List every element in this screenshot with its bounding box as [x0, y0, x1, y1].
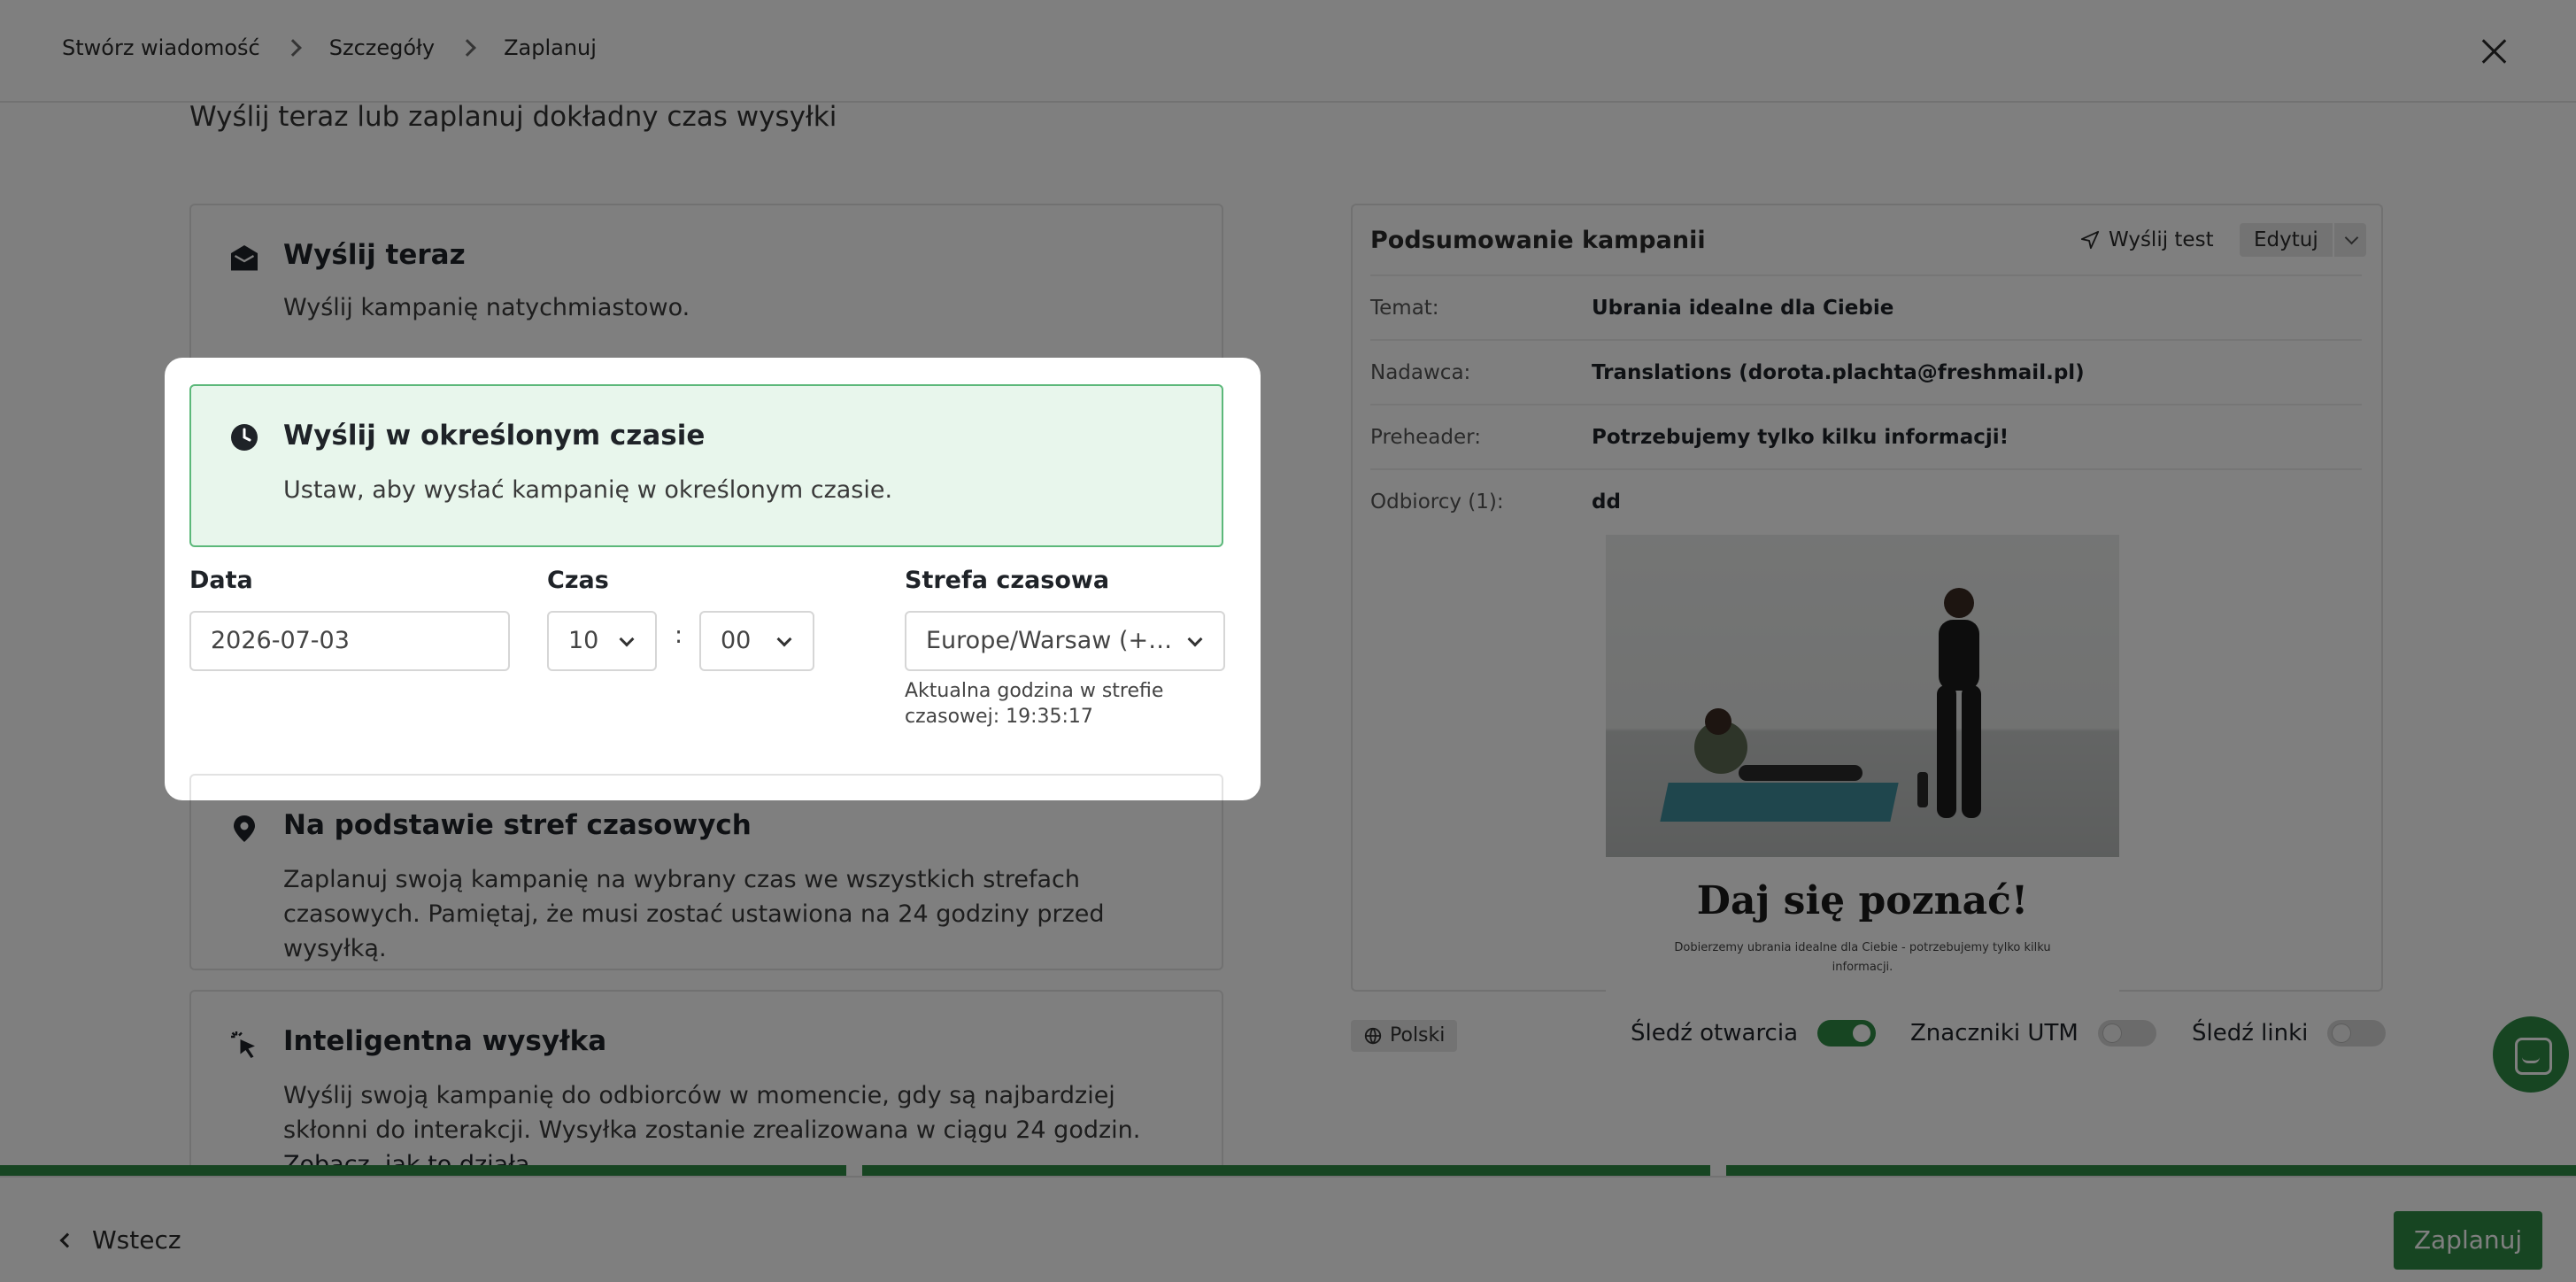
summary-key: Odbiorcy (1):	[1370, 490, 1504, 514]
breadcrumb-step-schedule[interactable]: Zaplanuj	[504, 35, 597, 60]
top-bar: Stwórz wiadomość Szczegóły Zaplanuj	[0, 0, 2576, 103]
figure-shape	[1739, 765, 1863, 781]
option-description: Wyślij kampanię natychmiastowo.	[283, 294, 690, 321]
date-label: Data	[189, 567, 253, 594]
figure-shape	[1937, 685, 1956, 818]
figure-shape	[1944, 588, 1974, 618]
summary-key: Nadawca:	[1370, 360, 1471, 384]
progress-step-1	[0, 1165, 846, 1176]
track-links-label: Śledź linki	[2192, 1020, 2309, 1046]
track-opens-toggle[interactable]	[1817, 1020, 1877, 1046]
summary-value: dd	[1592, 490, 1621, 514]
preview-photo	[1606, 535, 2119, 857]
summary-value: Translations (dorota.plachta@freshmail.p…	[1592, 360, 2085, 384]
globe-icon	[1364, 1027, 1382, 1045]
send-test-label: Wyślij test	[2109, 228, 2214, 251]
summary-key: Temat:	[1370, 296, 1439, 320]
option-send-now[interactable]: Wyślij teraz Wyślij kampanię natychmiast…	[189, 204, 1223, 363]
summary-title: Podsumowanie kampanii	[1370, 227, 1706, 254]
timezone-label: Strefa czasowa	[905, 567, 1110, 594]
language-badge[interactable]: Polski	[1351, 1020, 1458, 1052]
email-preview: Daj się poznać! Dobierzemy ubrania ideal…	[1606, 535, 2119, 992]
summary-value: Potrzebujemy tylko kilku informacji!	[1592, 425, 2009, 449]
summary-value: Ubrania idealne dla Ciebie	[1592, 296, 1894, 320]
language-label: Polski	[1390, 1024, 1446, 1046]
chevron-down-icon	[776, 631, 792, 647]
minute-value: 00	[721, 627, 752, 654]
option-title: Wyślij w określonym czasie	[283, 420, 706, 452]
track-links: Śledź linki	[2192, 1020, 2387, 1046]
figure-shape	[1917, 772, 1928, 807]
track-links-toggle[interactable]	[2327, 1020, 2387, 1046]
schedule-button[interactable]: Zaplanuj	[2394, 1211, 2542, 1270]
campaign-summary: Podsumowanie kampanii Wyślij test Edytuj…	[1351, 204, 2383, 992]
map-pin-icon	[234, 815, 255, 842]
option-timezones[interactable]: Na podstawie stref czasowych Zaplanuj sw…	[189, 774, 1223, 970]
utm-tags: Znaczniki UTM	[1910, 1020, 2156, 1046]
edit-button-group: Edytuj	[2240, 223, 2366, 257]
option-scheduled-send[interactable]: Wyślij w określonym czasie Ustaw, aby wy…	[189, 384, 1223, 547]
clock-icon	[231, 424, 258, 451]
breadcrumb-step-create[interactable]: Stwórz wiadomość	[62, 35, 260, 60]
chevron-left-icon	[59, 1232, 75, 1247]
preview-headline: Daj się poznać!	[1696, 878, 2029, 923]
chevron-down-icon[interactable]	[2332, 223, 2366, 257]
breadcrumb-step-details[interactable]: Szczegóły	[329, 35, 435, 60]
track-opens-label: Śledź otwarcia	[1631, 1020, 1799, 1046]
back-label: Wstecz	[92, 1225, 181, 1255]
summary-row-recipients: Odbiorcy (1): dd	[1370, 468, 2362, 533]
minute-select[interactable]: 00	[699, 611, 814, 671]
summary-key: Preheader:	[1370, 425, 1481, 449]
timezone-value: Europe/Warsaw (+…	[926, 627, 1173, 654]
yoga-mat-shape	[1660, 783, 1899, 822]
utm-tags-label: Znaczniki UTM	[1910, 1020, 2079, 1046]
option-title: Wyślij teraz	[283, 239, 466, 271]
page-subtitle: Wyślij teraz lub zaplanuj dokładny czas …	[189, 101, 837, 133]
time-separator: :	[675, 622, 683, 649]
option-title: Na podstawie stref czasowych	[283, 809, 752, 841]
progress-step-2	[862, 1165, 1710, 1176]
close-icon[interactable]	[2475, 32, 2514, 71]
schedule-popup: Wyślij w określonym czasie Ustaw, aby wy…	[165, 358, 1261, 800]
chevron-down-icon	[619, 631, 635, 647]
figure-shape	[1705, 708, 1731, 735]
hour-select[interactable]: 10	[547, 611, 657, 671]
envelope-open-icon	[231, 245, 258, 271]
footer-bar: Wstecz Zaplanuj	[0, 1176, 2576, 1282]
breadcrumb: Stwórz wiadomość Szczegóły Zaplanuj	[62, 35, 597, 60]
option-description-text: Wyślij swoją kampanię do odbiorców w mom…	[283, 1082, 1141, 1144]
timezone-select[interactable]: Europe/Warsaw (+…	[905, 611, 1225, 671]
summary-row-preheader: Preheader: Potrzebujemy tylko kilku info…	[1370, 404, 2362, 468]
card-edge	[189, 774, 1223, 800]
summary-row-subject: Temat: Ubrania idealne dla Ciebie	[1370, 274, 2362, 339]
option-title: Inteligentna wysyłka	[283, 1025, 607, 1057]
send-test-button[interactable]: Wyślij test	[2080, 228, 2214, 251]
time-label: Czas	[547, 567, 609, 594]
hour-value: 10	[568, 627, 599, 654]
summary-row-sender: Nadawca: Translations (dorota.plachta@fr…	[1370, 339, 2362, 404]
date-input[interactable]: 2026-07-03	[189, 611, 510, 671]
figure-shape	[1962, 685, 1981, 818]
option-description: Zaplanuj swoją kampanię na wybrany czas …	[283, 866, 1105, 962]
chevron-down-icon	[1187, 631, 1203, 647]
edit-button[interactable]: Edytuj	[2240, 223, 2333, 257]
chevron-right-icon	[283, 39, 302, 57]
option-description: Ustaw, aby wysłać kampanię w określonym …	[283, 476, 893, 504]
back-button[interactable]: Wstecz	[59, 1225, 181, 1255]
chevron-right-icon	[459, 39, 476, 57]
progress-step-3	[1726, 1165, 2576, 1176]
chat-icon[interactable]	[2493, 1016, 2569, 1093]
cursor-click-icon	[231, 1031, 255, 1058]
utm-tags-toggle[interactable]	[2097, 1020, 2156, 1046]
preview-tagline: Dobierzemy ubrania idealne dla Ciebie - …	[1674, 941, 2051, 974]
send-icon	[2080, 230, 2100, 250]
figure-shape	[1939, 620, 1979, 691]
track-opens: Śledź otwarcia	[1631, 1020, 1877, 1046]
timezone-current-time: Aktualna godzina w strefie czasowej: 19:…	[905, 680, 1164, 728]
